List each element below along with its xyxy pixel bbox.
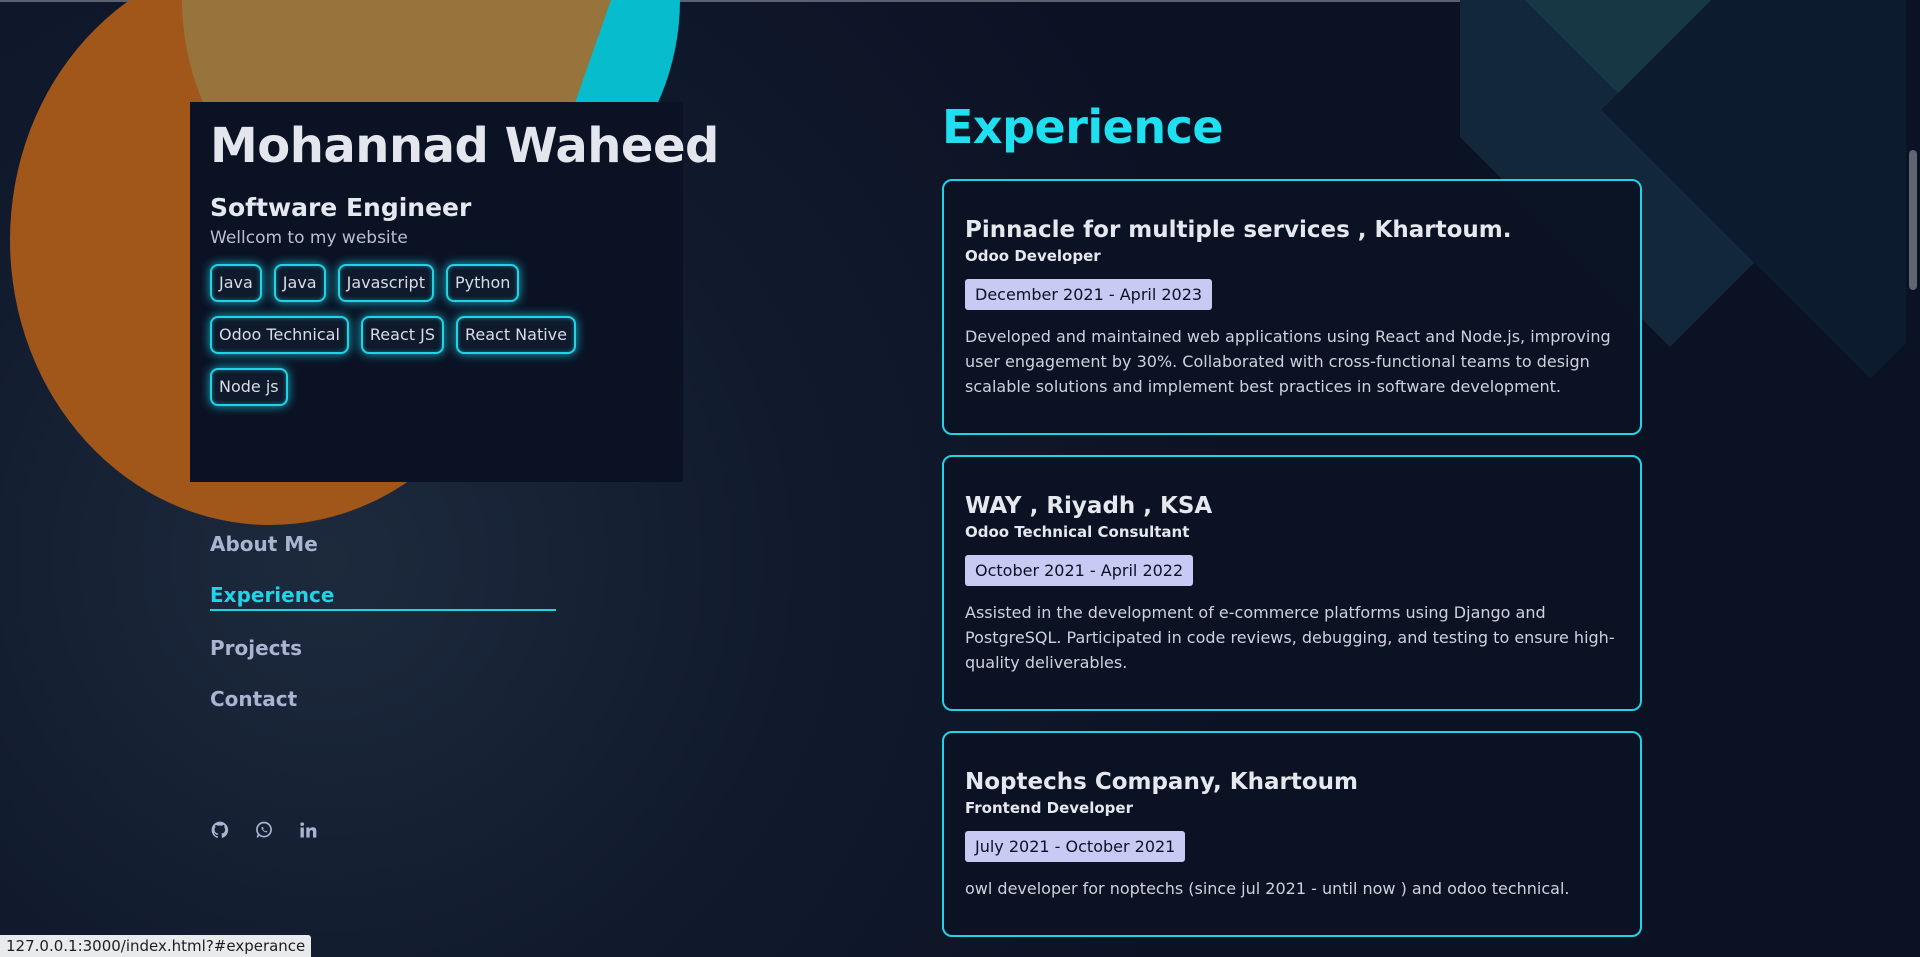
nav-item-contact[interactable]: Contact <box>210 685 556 713</box>
profile-welcome: Wellcom to my website <box>210 228 408 248</box>
scrollbar-thumb[interactable] <box>1909 150 1917 290</box>
experience-heading: Experience <box>942 100 1224 154</box>
status-url: 127.0.0.1:3000/index.html?#experance <box>0 935 312 957</box>
skill-badge: React JS <box>360 316 444 354</box>
skill-badge: Python <box>445 264 520 302</box>
profile-name: Mohannad Waheed <box>210 118 719 174</box>
experience-description: Assisted in the development of e-commerc… <box>965 603 1615 672</box>
experience-company: Pinnacle for multiple services , Khartou… <box>965 217 1512 243</box>
section-nav: About Me Experience Projects Contact <box>210 530 556 736</box>
experience-date-badge: October 2021 - April 2022 <box>965 555 1194 586</box>
experience-company: WAY , Riyadh , KSA <box>965 493 1213 519</box>
nav-item-projects[interactable]: Projects <box>210 634 556 662</box>
scrollbar[interactable] <box>1906 0 1920 957</box>
whatsapp-icon[interactable] <box>254 820 274 840</box>
experience-company: Noptechs Company, Khartoum <box>965 769 1358 795</box>
page: Mohannad Waheed Software Engineer Wellco… <box>0 0 1920 957</box>
experience-description: Developed and maintained web application… <box>965 327 1611 396</box>
skills-list: Java Java Javascript Python Odoo Technic… <box>210 264 610 406</box>
experience-date-badge: December 2021 - April 2023 <box>965 279 1213 310</box>
skill-badge: Node js <box>210 368 288 406</box>
skill-badge: React Native <box>455 316 576 354</box>
experience-role: Odoo Technical Consultant <box>965 523 1190 541</box>
experience-card: Noptechs Company, Khartoum Frontend Deve… <box>942 731 1642 937</box>
linkedin-icon[interactable] <box>298 820 318 840</box>
nav-item-experience[interactable]: Experience <box>210 581 556 611</box>
social-links <box>210 820 318 840</box>
skill-badge: Odoo Technical <box>210 316 349 354</box>
experience-role: Frontend Developer <box>965 799 1133 817</box>
skill-badge: Java <box>273 264 326 302</box>
experience-description: owl developer for noptechs (since jul 20… <box>965 879 1570 898</box>
github-icon[interactable] <box>210 820 230 840</box>
skill-badge: Java <box>210 264 262 302</box>
experience-card: WAY , Riyadh , KSA Odoo Technical Consul… <box>942 455 1642 711</box>
experience-date-badge: July 2021 - October 2021 <box>965 831 1186 862</box>
skill-badge: Javascript <box>337 264 434 302</box>
experience-card: Pinnacle for multiple services , Khartou… <box>942 179 1642 435</box>
experience-role: Odoo Developer <box>965 247 1101 265</box>
profile-role: Software Engineer <box>210 193 472 222</box>
nav-item-about-me[interactable]: About Me <box>210 530 556 558</box>
